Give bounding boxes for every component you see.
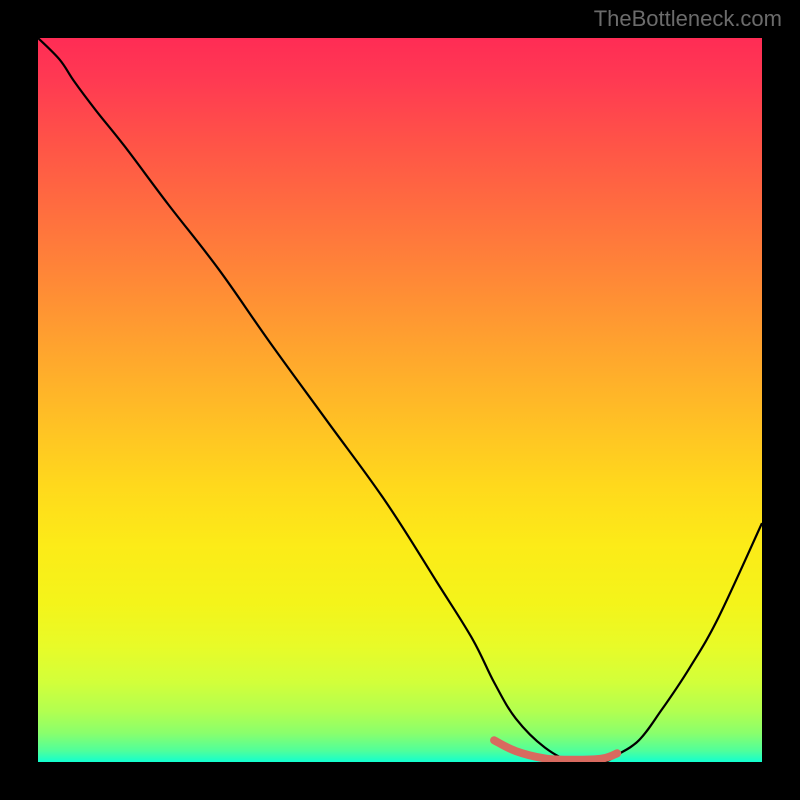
plot-area	[38, 38, 762, 762]
watermark-text: TheBottleneck.com	[594, 6, 782, 32]
highlight-marker	[494, 740, 617, 760]
chart-svg	[38, 38, 762, 762]
bottleneck-curve	[38, 38, 762, 762]
